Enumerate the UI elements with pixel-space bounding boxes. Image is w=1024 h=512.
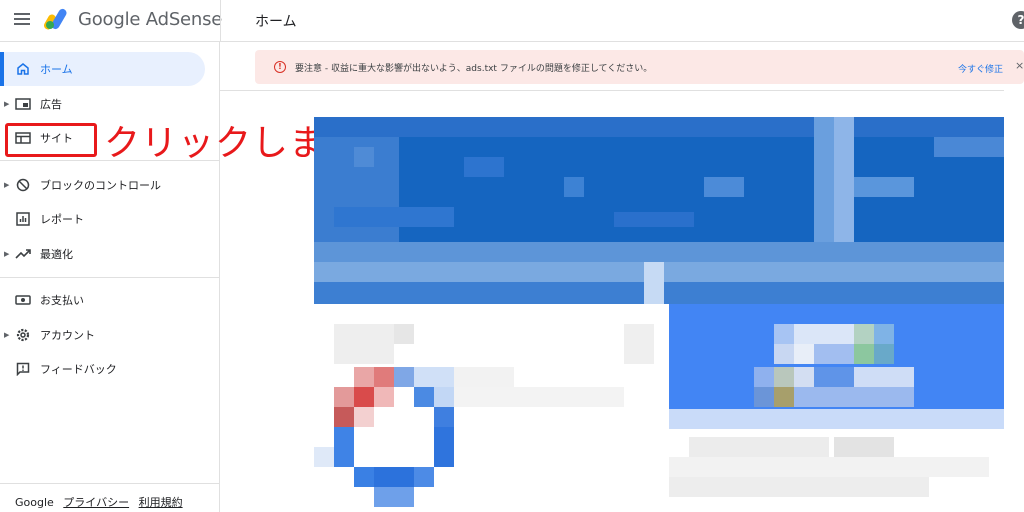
- sidebar-item-reports[interactable]: レポート: [0, 202, 205, 236]
- sidebar-item-label: ブロックのコントロール: [40, 179, 161, 192]
- home-icon: [14, 60, 32, 78]
- sidebar-footer: Google プライバシー 利用規約: [15, 494, 183, 510]
- sidebar-item-account[interactable]: ▶ アカウント: [0, 318, 205, 352]
- sidebar-item-label: 広告: [40, 98, 62, 111]
- optimization-icon: [14, 245, 32, 263]
- page-title: ホーム: [255, 14, 297, 30]
- ads-txt-alert-banner: ! 要注意 - 収益に重大な影響が出ないよう、ads.txt ファイルの問題を修…: [255, 50, 1024, 84]
- payments-icon: [14, 291, 32, 309]
- expand-caret-icon[interactable]: ▶: [4, 181, 9, 189]
- terms-link[interactable]: 利用規約: [139, 496, 183, 509]
- blurred-dashboard-content: [314, 117, 1004, 507]
- sidebar-divider: [0, 277, 220, 278]
- fix-now-link[interactable]: 今すぐ修正: [958, 62, 1003, 75]
- sidebar-item-label: レポート: [40, 213, 84, 226]
- sidebar-item-feedback[interactable]: フィードバック: [0, 352, 205, 386]
- sidebar-item-label: お支払い: [40, 294, 84, 307]
- sidebar-item-optimization[interactable]: ▶ 最適化: [0, 237, 205, 271]
- ads-icon: [14, 95, 32, 113]
- sidebar: ホーム ▶ 広告 サイト ▶ ブロックのコントロール レポート ▶ 最適化 お支…: [0, 42, 220, 512]
- alert-message: 要注意 - 収益に重大な影響が出ないよう、ads.txt ファイルの問題を修正し…: [295, 64, 653, 74]
- privacy-link[interactable]: プライバシー: [63, 496, 129, 509]
- sidebar-item-label: フィードバック: [40, 363, 117, 376]
- expand-caret-icon[interactable]: ▶: [4, 331, 9, 339]
- content-divider: [220, 90, 1004, 91]
- sidebar-item-block-controls[interactable]: ▶ ブロックのコントロール: [0, 168, 205, 202]
- reports-icon: [14, 210, 32, 228]
- top-app-bar: Google AdSense ホーム ?: [0, 0, 1024, 42]
- account-gear-icon: [14, 326, 32, 344]
- sidebar-item-payments[interactable]: お支払い: [0, 283, 205, 317]
- highlight-box: [5, 123, 97, 157]
- sidebar-divider: [0, 483, 220, 484]
- alert-icon: !: [274, 61, 286, 73]
- expand-caret-icon[interactable]: ▶: [4, 250, 9, 258]
- sidebar-item-label: ホーム: [40, 63, 73, 76]
- header-divider: [220, 0, 221, 42]
- footer-google: Google: [15, 496, 54, 509]
- feedback-icon: [14, 360, 32, 378]
- hamburger-menu-icon[interactable]: [14, 13, 30, 27]
- block-icon: [14, 176, 32, 194]
- sidebar-item-label: 最適化: [40, 248, 73, 261]
- brand-name: Google AdSense: [78, 9, 223, 30]
- adsense-logo: [44, 8, 67, 30]
- close-icon[interactable]: ×: [1015, 59, 1024, 72]
- expand-caret-icon[interactable]: ▶: [4, 100, 9, 108]
- sidebar-item-home[interactable]: ホーム: [0, 52, 205, 86]
- help-icon[interactable]: ?: [1012, 11, 1024, 29]
- sidebar-item-label: アカウント: [40, 329, 95, 342]
